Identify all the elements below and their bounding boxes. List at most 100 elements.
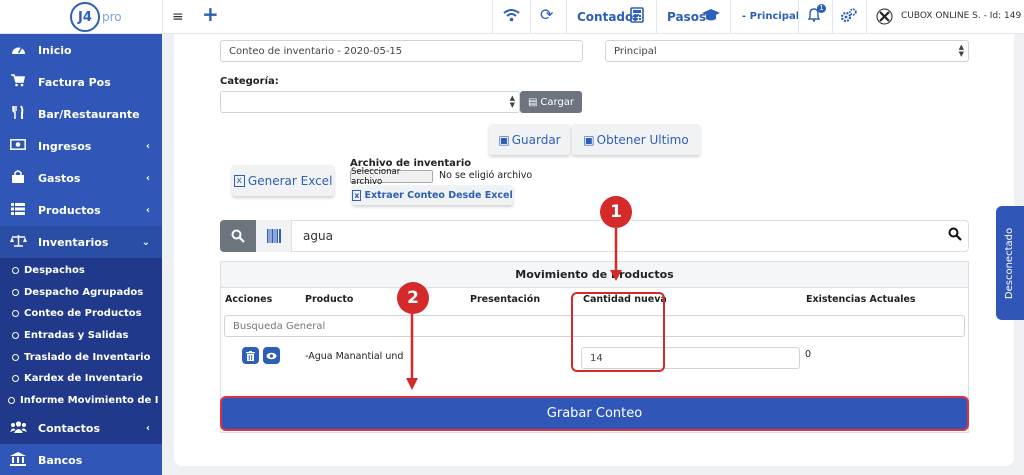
circle-icon — [12, 353, 19, 361]
divider — [566, 0, 567, 34]
hamburger-icon[interactable]: ≡ — [172, 8, 184, 26]
calculator-icon[interactable] — [630, 7, 644, 27]
divider — [798, 0, 799, 34]
file-status: No se eligió archivo — [439, 170, 533, 181]
sidebar-item-inventarios[interactable]: Inventarios ⌄ — [0, 226, 162, 258]
sidebar-item-contactos[interactable]: Contactos ‹ — [0, 412, 162, 444]
sidebar-item-gastos[interactable]: Gastos ‹ — [0, 162, 162, 194]
divider — [530, 0, 531, 34]
conteo-name-input[interactable]: Conteo de inventario - 2020-05-15 — [220, 40, 583, 62]
obtener-ultimo-button[interactable]: ▣ Obtener Ultimo — [572, 124, 700, 155]
branch-select-value: Principal — [614, 45, 657, 57]
circle-icon — [8, 396, 15, 404]
view-button[interactable] — [263, 347, 280, 364]
subitem-informe-movimiento[interactable]: Informe Movimiento de Inve — [8, 390, 158, 410]
delete-button[interactable] — [242, 347, 259, 364]
shopping-bag-icon — [10, 169, 26, 187]
search-icon[interactable] — [948, 227, 962, 244]
wifi-icon[interactable] — [503, 8, 520, 26]
branch-select[interactable]: Principal ▲ ▼ — [605, 40, 969, 62]
obtener-label: Obtener Ultimo — [596, 132, 689, 147]
cargar-button[interactable]: ▤ Cargar — [520, 91, 582, 113]
connection-status-label: Desconectado — [1004, 227, 1016, 299]
generar-excel-button[interactable]: x Generar Excel — [232, 165, 334, 196]
sidebar-item-ingresos[interactable]: Ingresos ‹ — [0, 130, 162, 162]
subitem-label: Kardex de Inventario — [24, 372, 143, 384]
eye-icon — [266, 352, 277, 359]
save-icon: ▣ — [498, 132, 510, 147]
branch-indicator[interactable]: - Principal — [742, 11, 799, 22]
app-logo[interactable]: J4 pro — [70, 2, 122, 32]
generar-excel-label: Generar Excel — [247, 173, 333, 188]
sidebar-item-bancos[interactable]: Bancos — [0, 444, 162, 475]
subitem-label: Despacho Agrupados — [24, 286, 144, 298]
sidebar-item-inicio[interactable]: Inicio — [0, 34, 162, 66]
file-select-button[interactable]: Seleccionar archivo — [350, 167, 433, 187]
sidebar-item-label: Productos — [38, 203, 101, 217]
logo-mark: J4 — [70, 2, 100, 32]
subitem-label: Conteo de Productos — [24, 307, 142, 319]
circle-icon — [12, 309, 19, 317]
sidebar-item-bar-restaurante[interactable]: Bar/Restaurante — [0, 98, 162, 130]
annotation-2: 2 — [397, 282, 429, 314]
refresh-icon[interactable]: ⟳ — [540, 6, 553, 24]
graduation-cap-icon[interactable] — [701, 8, 721, 26]
select-arrows-icon: ▲ ▼ — [958, 43, 964, 58]
divider — [492, 0, 493, 34]
list-icon — [10, 202, 26, 218]
sidebar-item-productos[interactable]: Productos ‹ — [0, 194, 162, 226]
bank-icon — [10, 451, 26, 469]
barcode-button[interactable] — [256, 220, 292, 252]
grabar-conteo-button[interactable]: Grabar Conteo — [220, 396, 969, 431]
search-icon — [231, 229, 245, 243]
subitem-traslado-de-inventario[interactable]: Traslado de Inventario — [12, 347, 162, 367]
categoria-label: Categoría: — [220, 76, 279, 87]
divider — [866, 0, 867, 34]
chevron-left-icon: ‹ — [145, 140, 150, 152]
circle-icon — [12, 288, 19, 296]
table-icon: ▤ — [527, 96, 538, 108]
balance-scale-icon — [10, 234, 27, 250]
connection-status-tab[interactable]: Desconectado — [996, 206, 1024, 320]
sidebar-item-label: Inventarios — [38, 235, 109, 249]
extraer-label: Extraer Conteo Desde Excel — [364, 189, 513, 201]
notification-badge: 1 — [817, 4, 826, 13]
search-input[interactable]: agua — [303, 229, 333, 243]
company-name[interactable]: CUBOX ONLINE S. - Id: 149 — [901, 11, 1021, 21]
chevron-left-icon: ‹ — [145, 204, 150, 216]
subitem-despachos[interactable]: Despachos — [12, 260, 162, 280]
subitem-conteo-de-productos[interactable]: Conteo de Productos — [12, 303, 162, 323]
cutlery-icon — [10, 105, 26, 123]
gears-icon[interactable] — [840, 8, 857, 27]
row-producto: -Agua Manantial und — [305, 351, 404, 362]
guardar-button[interactable]: ▣ Guardar — [489, 124, 570, 155]
sidebar-item-label: Factura Pos — [38, 75, 111, 89]
plus-icon[interactable]: + — [202, 4, 219, 24]
divider — [656, 0, 657, 34]
guardar-label: Guardar — [511, 132, 561, 147]
subitem-label: Traslado de Inventario — [24, 351, 151, 363]
sidebar-item-label: Inicio — [38, 43, 72, 57]
subitem-kardex-de-inventario[interactable]: Kardex de Inventario — [12, 368, 162, 388]
barcode-icon — [266, 229, 281, 243]
annotation-arrow-1 — [610, 226, 622, 281]
money-icon — [10, 139, 26, 153]
annotation-1: 1 — [600, 196, 632, 228]
subitem-despacho-agrupados[interactable]: Despacho Agrupados — [12, 282, 162, 302]
circle-icon — [12, 374, 19, 382]
column-header-existencias: Existencias Actuales — [806, 294, 916, 305]
company-logo-icon — [876, 8, 893, 29]
extraer-conteo-button[interactable]: x Extraer Conteo Desde Excel — [352, 185, 513, 205]
search-button[interactable] — [220, 220, 256, 252]
table-title: Movimiento de Productos — [221, 262, 968, 288]
subitem-entradas-y-salidas[interactable]: Entradas y Salidas — [12, 325, 162, 345]
categoria-select[interactable]: ▲ ▼ — [220, 91, 520, 113]
annotation-arrow-2 — [406, 312, 418, 390]
sidebar-item-label: Bar/Restaurante — [38, 107, 140, 121]
top-bar: J4 pro ≡ + ⟳ Contador Pasos - Principal … — [0, 0, 1024, 34]
sidebar-item-label: Bancos — [38, 453, 83, 467]
divider — [730, 0, 731, 34]
highlight-box — [571, 292, 665, 372]
excel-icon: x — [352, 189, 362, 201]
sidebar-item-factura-pos[interactable]: Factura Pos — [0, 66, 162, 98]
